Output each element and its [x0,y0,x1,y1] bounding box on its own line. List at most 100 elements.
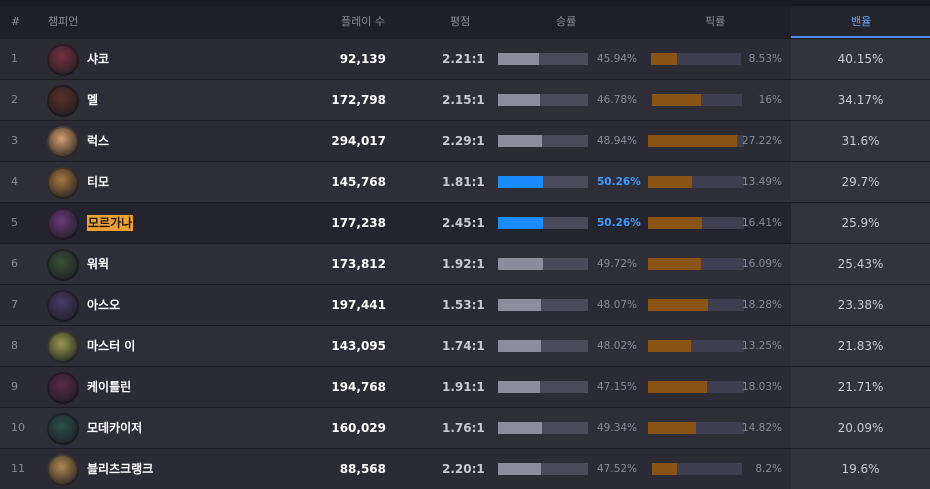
winrate-bar [498,299,588,311]
rank-number: 10 [11,421,25,434]
pickrate-bar [648,217,744,229]
champion-avatar-icon[interactable] [47,249,79,281]
table-row[interactable]: 5 모르가나 177,238 2.45:1 50.26% 16.41% 25.9… [0,202,930,243]
pickrate-bar [648,258,744,270]
winrate-bar [498,381,588,393]
table-row[interactable]: 1 샤코 92,139 2.21:1 45.94% 8.53% 40.15% [0,38,930,79]
header-banrate[interactable]: 밴율 [851,6,871,38]
rank-number: 7 [11,298,18,311]
winrate-bar [498,176,588,188]
table-row[interactable]: 2 멜 172,798 2.15:1 46.78% 16% 34.17% [0,79,930,120]
header-rank[interactable]: # [11,6,20,38]
kda-value: 1.92:1 [442,257,485,271]
rank-number: 9 [11,380,18,393]
rank-number: 3 [11,134,18,147]
champion-avatar-icon[interactable] [47,413,79,445]
table-row[interactable]: 8 마스터 이 143,095 1.74:1 48.02% 13.25% 21.… [0,325,930,366]
champion-name[interactable]: 멜 [87,80,98,120]
table-row[interactable]: 4 티모 145,768 1.81:1 50.26% 13.49% 29.7% [0,161,930,202]
banrate-value: 40.15% [837,52,884,66]
champion-name[interactable]: 티모 [87,162,109,202]
winrate-bar [498,94,588,106]
champion-name[interactable]: 럭스 [87,121,109,161]
kda-value: 2.21:1 [442,52,485,66]
champion-name[interactable]: 케이틀린 [87,367,131,407]
champion-avatar-icon[interactable] [47,331,79,363]
table-row[interactable]: 11 블리츠크랭크 88,568 2.20:1 47.52% 8.2% 19.6… [0,448,930,489]
rank-number: 11 [11,462,25,475]
champion-name[interactable]: 마스터 이 [87,326,135,366]
champion-avatar-icon[interactable] [47,85,79,117]
winrate-value: 47.15% [597,381,638,393]
winrate-bar [498,217,588,229]
winrate-bar-fill [498,176,543,188]
pickrate-bar-fill [648,381,707,393]
winrate-value: 50.26% [597,217,641,229]
header-kda[interactable]: 평점 [450,6,470,38]
pickrate-bar [648,340,744,352]
pickrate-value: 8.53% [748,53,782,65]
play-count: 197,441 [331,298,386,312]
champion-avatar-icon[interactable] [47,372,79,404]
banrate-value: 20.09% [837,421,884,435]
winrate-value: 46.78% [597,94,638,106]
champion-name[interactable]: 아스오 [87,285,120,325]
champion-avatar-icon[interactable] [47,290,79,322]
winrate-value: 48.02% [597,340,638,352]
header-pickrate[interactable]: 픽률 [705,6,725,38]
header-champion[interactable]: 챔피언 [48,6,78,38]
play-count: 92,139 [339,52,386,66]
play-count: 88,568 [339,462,386,476]
rank-number: 5 [11,216,18,229]
winrate-bar [498,53,588,65]
winrate-value: 45.94% [597,53,638,65]
winrate-bar-fill [498,463,541,475]
pickrate-bar [648,422,744,434]
pickrate-bar-fill [652,463,677,475]
banrate-value: 31.6% [841,134,880,148]
champion-name[interactable]: 워윅 [87,244,109,284]
kda-value: 1.53:1 [442,298,485,312]
champion-name[interactable]: 샤코 [87,39,109,79]
table-row[interactable]: 6 워윅 173,812 1.92:1 49.72% 16.09% 25.43% [0,243,930,284]
winrate-bar-fill [498,135,542,147]
champion-avatar-icon[interactable] [47,454,79,486]
banrate-value: 25.43% [837,257,884,271]
header-plays[interactable]: 플레이 수 [341,6,385,38]
winrate-bar-fill [498,422,542,434]
banrate-value: 21.71% [837,380,884,394]
champion-avatar-icon[interactable] [47,126,79,158]
champion-avatar-icon[interactable] [47,44,79,76]
champion-name[interactable]: 블리츠크랭크 [87,449,153,489]
banrate-value: 23.38% [837,298,884,312]
pickrate-bar [648,299,744,311]
banrate-value: 34.17% [837,93,884,107]
table-row[interactable]: 9 케이틀린 194,768 1.91:1 47.15% 18.03% 21.7… [0,366,930,407]
winrate-bar-fill [498,381,540,393]
winrate-bar [498,258,588,270]
table-row[interactable]: 7 아스오 197,441 1.53:1 48.07% 18.28% 23.38… [0,284,930,325]
kda-value: 1.74:1 [442,339,485,353]
champion-avatar-icon[interactable] [47,208,79,240]
winrate-value: 48.94% [597,135,638,147]
winrate-bar-fill [498,94,540,106]
banrate-value: 21.83% [837,339,884,353]
pickrate-bar [648,135,744,147]
winrate-bar [498,463,588,475]
header-winrate[interactable]: 승률 [556,6,576,38]
play-count: 173,812 [331,257,386,271]
kda-value: 2.20:1 [442,462,485,476]
kda-value: 2.45:1 [442,216,485,230]
pickrate-value: 16.41% [741,217,782,229]
champion-name[interactable]: 모르가나 [87,215,134,231]
table-row[interactable]: 3 럭스 294,017 2.29:1 48.94% 27.22% 31.6% [0,120,930,161]
table-row[interactable]: 10 모데카이저 160,029 1.76:1 49.34% 14.82% 20… [0,407,930,448]
pickrate-bar-fill [652,94,701,106]
kda-value: 1.81:1 [442,175,485,189]
pickrate-value: 13.49% [741,176,782,188]
winrate-value: 49.34% [597,422,638,434]
kda-value: 1.76:1 [442,421,485,435]
champion-name[interactable]: 모데카이저 [87,408,142,448]
kda-value: 2.15:1 [442,93,485,107]
champion-avatar-icon[interactable] [47,167,79,199]
